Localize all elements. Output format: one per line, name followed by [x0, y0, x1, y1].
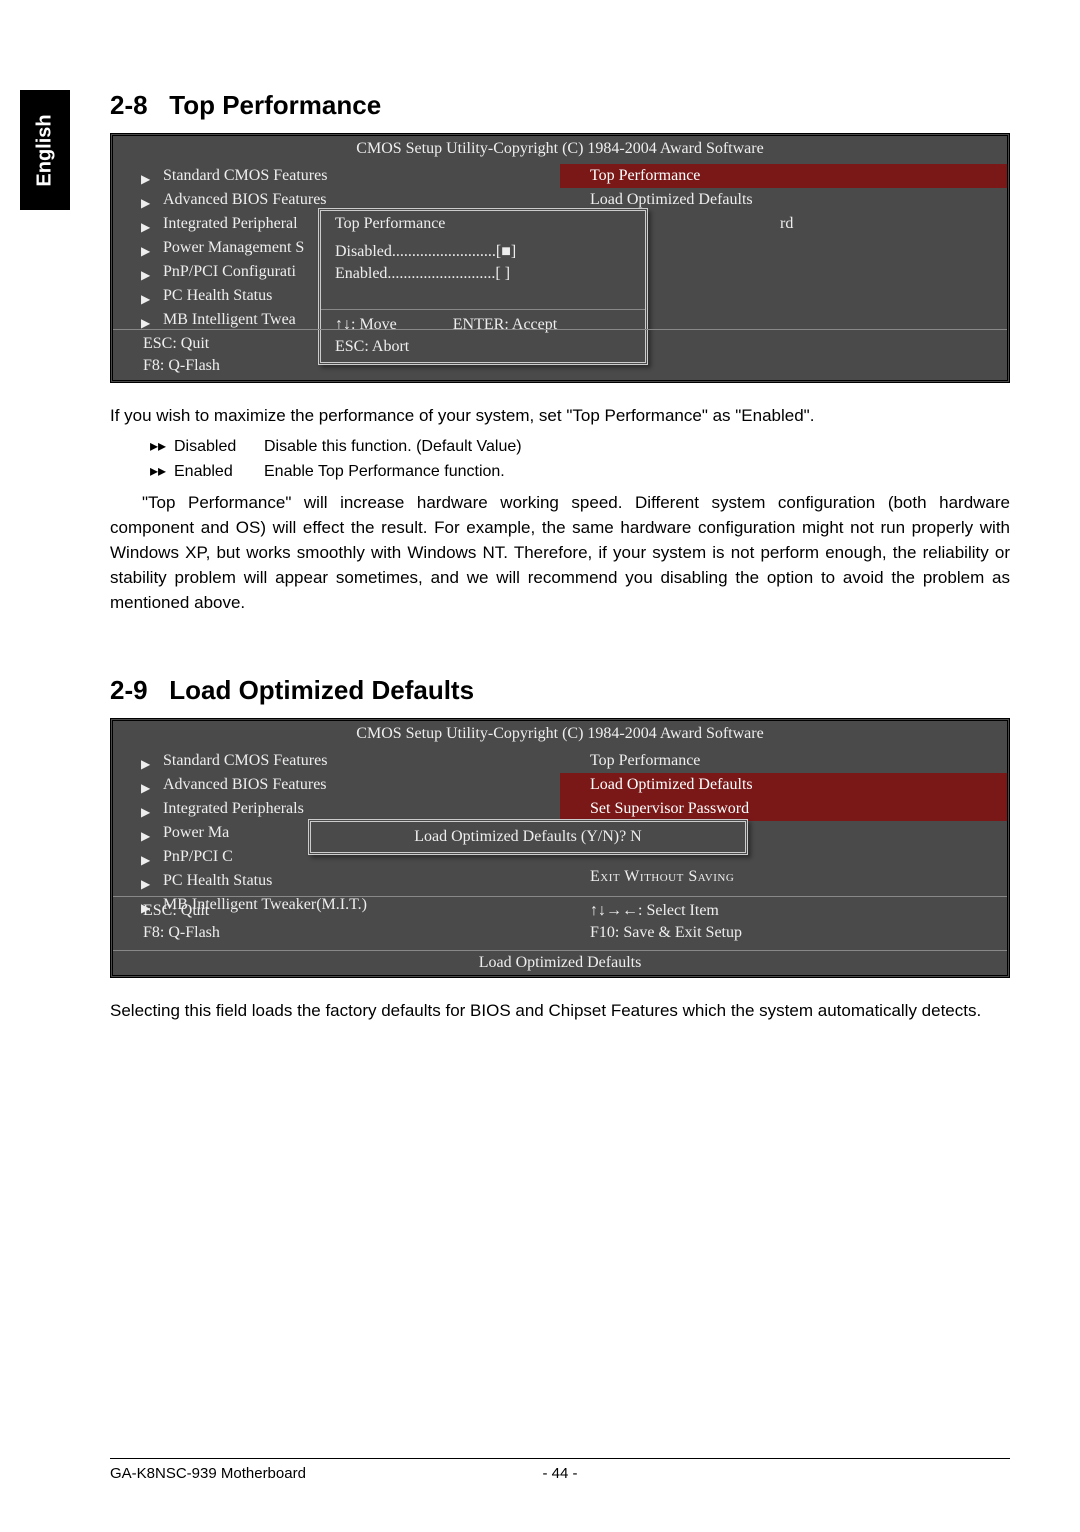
- hint-esc: ESC: Quit: [143, 333, 550, 355]
- bios-footer-1: ESC: Quit F8: Q-Flash: [113, 329, 1007, 380]
- option-row: ▸▸ Disabled Disable this function. (Defa…: [150, 434, 1010, 459]
- bios-header-2: CMOS Setup Utility-Copyright (C) 1984-20…: [113, 721, 1007, 747]
- hint-f10: F10: Save & Exit Setup: [590, 922, 997, 944]
- triangle-right-icon: ▶: [141, 288, 150, 308]
- bios-status-bar: Load Optimized Defaults: [113, 950, 1007, 975]
- triangle-right-icon: ▶: [141, 825, 150, 845]
- popup-option[interactable]: Disabled..........................[■]: [335, 241, 631, 263]
- triangle-right-icon: ▶: [141, 192, 150, 212]
- paragraph-text-2: Selecting this field loads the factory d…: [110, 998, 1010, 1023]
- double-arrow-icon: ▸▸: [150, 459, 174, 484]
- bios-header-1: CMOS Setup Utility-Copyright (C) 1984-20…: [113, 136, 1007, 162]
- triangle-right-icon: ▶: [141, 777, 150, 797]
- menu-item-selected[interactable]: Top Performance: [560, 164, 1007, 188]
- bios-footer-2: ESC: Quit F8: Q-Flash ↑↓→←: Select Item …: [113, 896, 1007, 947]
- option-row: ▸▸ Enabled Enable Top Performance functi…: [150, 459, 1010, 484]
- section-2-9-title: 2-9 Load Optimized Defaults: [110, 675, 1010, 706]
- triangle-right-icon: ▶: [141, 801, 150, 821]
- paragraph-text: "Top Performance" will increase hardware…: [110, 490, 1010, 615]
- triangle-right-icon: ▶: [141, 753, 150, 773]
- hint-f8: F8: Q-Flash: [143, 355, 550, 377]
- popup-option[interactable]: Enabled...........................[ ]: [335, 263, 631, 285]
- footer-product: GA-K8NSC-939 Motherboard: [110, 1465, 530, 1482]
- menu-item-selected[interactable]: Set Supervisor Password: [560, 797, 1007, 821]
- triangle-right-icon: ▶: [141, 873, 150, 893]
- hint-f8: F8: Q-Flash: [143, 922, 550, 944]
- triangle-right-icon: ▶: [141, 168, 150, 188]
- page-content: 2-8 Top Performance CMOS Setup Utility-C…: [0, 0, 1080, 1532]
- popup-prompt: Load Optimized Defaults (Y/N)? N: [414, 828, 641, 845]
- load-defaults-popup[interactable]: Load Optimized Defaults (Y/N)? N: [308, 819, 748, 855]
- menu-item[interactable]: ▶Integrated Peripherals: [113, 797, 560, 821]
- triangle-right-icon: ▶: [141, 264, 150, 284]
- double-arrow-icon: ▸▸: [150, 434, 174, 459]
- menu-item[interactable]: Exit Without Saving: [560, 865, 1007, 889]
- menu-item[interactable]: ▶Standard CMOS Features: [113, 164, 560, 188]
- page-footer: GA-K8NSC-939 Motherboard - 44 -: [110, 1458, 1010, 1482]
- triangle-right-icon: ▶: [141, 849, 150, 869]
- menu-item[interactable]: Top Performance: [560, 749, 1007, 773]
- bios-box-2: CMOS Setup Utility-Copyright (C) 1984-20…: [110, 718, 1010, 978]
- intro-text: If you wish to maximize the performance …: [110, 403, 1010, 428]
- menu-item[interactable]: ▶PC Health Status: [113, 869, 560, 893]
- triangle-right-icon: ▶: [141, 240, 150, 260]
- menu-item[interactable]: ▶Standard CMOS Features: [113, 749, 560, 773]
- section-2-8-title: 2-8 Top Performance: [110, 90, 1010, 121]
- footer-page-number: - 44 -: [530, 1465, 590, 1482]
- menu-item-selected[interactable]: Load Optimized Defaults: [560, 773, 1007, 797]
- menu-item[interactable]: ▶Advanced BIOS Features: [113, 773, 560, 797]
- hint-esc: ESC: Quit: [143, 900, 550, 922]
- bios-box-1: CMOS Setup Utility-Copyright (C) 1984-20…: [110, 133, 1010, 383]
- option-list: ▸▸ Disabled Disable this function. (Defa…: [150, 434, 1010, 484]
- popup-title: Top Performance: [321, 211, 645, 241]
- hint-select: ↑↓→←: Select Item: [590, 900, 997, 922]
- triangle-right-icon: ▶: [141, 216, 150, 236]
